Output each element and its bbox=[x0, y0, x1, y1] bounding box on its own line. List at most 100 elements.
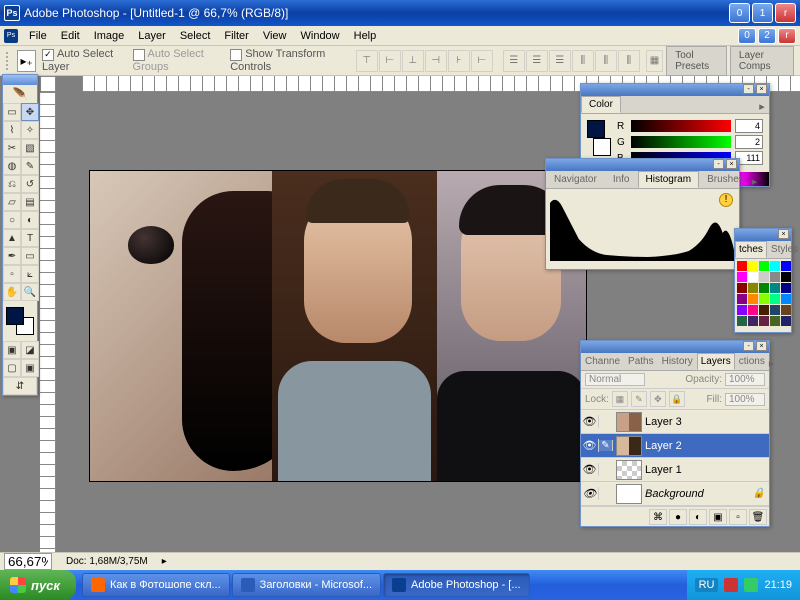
gradient-tool[interactable]: ▤ bbox=[21, 193, 39, 211]
slice-tool[interactable]: ▧ bbox=[21, 139, 39, 157]
lasso-tool[interactable]: ⌇ bbox=[3, 121, 21, 139]
distribute-top-icon[interactable]: ☰ bbox=[503, 50, 525, 72]
menu-file[interactable]: File bbox=[22, 28, 54, 44]
swatch[interactable] bbox=[737, 272, 747, 282]
standard-mode-button[interactable]: ▣ bbox=[3, 341, 21, 359]
menu-window[interactable]: Window bbox=[294, 28, 347, 44]
document-size-readout[interactable]: Doc: 1,68M/3,75M bbox=[60, 556, 154, 567]
swatch[interactable] bbox=[781, 294, 791, 304]
layer-row[interactable]: 👁✎Layer 2 bbox=[581, 434, 769, 458]
panel-minimize-button[interactable]: - bbox=[713, 159, 724, 169]
layer-row[interactable]: 👁 Layer 3 bbox=[581, 410, 769, 434]
system-tray[interactable]: RU 21:19 bbox=[687, 570, 800, 600]
move-tool[interactable]: ✥ bbox=[21, 103, 39, 121]
jump-to-imageready-button[interactable]: ⇵ bbox=[3, 377, 37, 395]
swatch[interactable] bbox=[770, 272, 780, 282]
menu-view[interactable]: View bbox=[256, 28, 294, 44]
swatch[interactable] bbox=[770, 316, 780, 326]
screen-mode-2-button[interactable]: ▣ bbox=[21, 359, 39, 377]
layer-thumbnail[interactable] bbox=[616, 436, 642, 456]
palette-well-button[interactable]: ▦ bbox=[646, 50, 664, 72]
opacity-input[interactable]: 100% bbox=[725, 373, 765, 386]
layer-style-button[interactable]: ● bbox=[669, 509, 687, 525]
menu-layer[interactable]: Layer bbox=[131, 28, 173, 44]
menu-select[interactable]: Select bbox=[173, 28, 218, 44]
lock-all-button[interactable]: 🔒 bbox=[669, 391, 685, 407]
visibility-eye-icon[interactable]: 👁 bbox=[581, 487, 599, 500]
swatch[interactable] bbox=[770, 305, 780, 315]
link-cell[interactable]: ✎ bbox=[599, 440, 613, 451]
layers-tab[interactable]: Layers bbox=[697, 353, 735, 370]
swatch[interactable] bbox=[759, 294, 769, 304]
swatch[interactable] bbox=[748, 294, 758, 304]
doc-restore-button[interactable]: 2 bbox=[758, 28, 776, 44]
blur-tool[interactable]: ○ bbox=[3, 211, 21, 229]
layer-name[interactable]: Layer 2 bbox=[645, 440, 682, 452]
swatch[interactable] bbox=[759, 316, 769, 326]
taskbar-item[interactable]: Adobe Photoshop - [... bbox=[383, 573, 529, 597]
foreground-color-swatch[interactable] bbox=[6, 307, 24, 325]
swatches-tab[interactable]: tches bbox=[735, 241, 767, 258]
layer-mask-button[interactable]: ◐ bbox=[689, 509, 707, 525]
swatch[interactable] bbox=[781, 305, 791, 315]
panel-close-button[interactable]: × bbox=[778, 229, 789, 239]
distribute-bottom-icon[interactable]: ☰ bbox=[549, 50, 571, 72]
visibility-eye-icon[interactable]: 👁 bbox=[581, 463, 599, 476]
swatch[interactable] bbox=[748, 261, 758, 271]
toolbox-panel[interactable]: 🪶 ▭ ✥ ⌇ ✧ ✂ ▧ ◍ ✎ ⎌ ↺ ▱ ▤ ○ ◐ ▲ T ✒ ▭ ▫ … bbox=[2, 74, 38, 396]
vertical-ruler[interactable] bbox=[40, 92, 56, 552]
layer-row[interactable]: 👁 Layer 1 bbox=[581, 458, 769, 482]
notes-tool[interactable]: ▫ bbox=[3, 265, 21, 283]
green-value-input[interactable] bbox=[735, 135, 763, 149]
swatch[interactable] bbox=[737, 316, 747, 326]
swatch-grid[interactable] bbox=[735, 259, 791, 328]
fill-input[interactable]: 100% bbox=[725, 393, 765, 406]
cache-warning-icon[interactable]: ! bbox=[719, 193, 733, 207]
visibility-eye-icon[interactable]: 👁 bbox=[581, 415, 599, 428]
panel-menu-button[interactable]: ▸ bbox=[755, 100, 769, 113]
panel-minimize-button[interactable]: - bbox=[743, 84, 754, 94]
swatch[interactable] bbox=[759, 272, 769, 282]
distribute-left-icon[interactable]: ⫼ bbox=[572, 50, 594, 72]
status-menu-chevron-icon[interactable]: ▸ bbox=[162, 556, 167, 567]
swatches-panel[interactable]: × tchesStyles bbox=[734, 228, 792, 333]
swatch[interactable] bbox=[737, 283, 747, 293]
layer-thumbnail[interactable] bbox=[616, 412, 642, 432]
layer-name[interactable]: Layer 3 bbox=[645, 416, 682, 428]
clock[interactable]: 21:19 bbox=[764, 579, 792, 591]
swatch[interactable] bbox=[748, 305, 758, 315]
swatch[interactable] bbox=[770, 283, 780, 293]
menu-edit[interactable]: Edit bbox=[54, 28, 87, 44]
minimize-button[interactable]: 0 bbox=[729, 3, 750, 23]
menu-help[interactable]: Help bbox=[347, 28, 384, 44]
doc-close-button[interactable]: r bbox=[778, 28, 796, 44]
hand-tool[interactable]: ✋ bbox=[3, 283, 21, 301]
align-bottom-icon[interactable]: ⊥ bbox=[402, 50, 424, 72]
history-tab[interactable]: History bbox=[658, 353, 697, 370]
foreground-background-colors[interactable] bbox=[6, 307, 34, 335]
histogram-tab[interactable]: Histogram bbox=[638, 171, 700, 188]
zoom-tool[interactable]: 🔍 bbox=[21, 283, 39, 301]
distribute-hcenter-icon[interactable]: ⫼ bbox=[595, 50, 617, 72]
paths-tab[interactable]: Paths bbox=[624, 353, 658, 370]
layer-row[interactable]: 👁Background🔒 bbox=[581, 482, 769, 506]
swatch[interactable] bbox=[759, 305, 769, 315]
start-button[interactable]: пуск bbox=[0, 570, 76, 600]
lock-position-button[interactable]: ✥ bbox=[650, 391, 666, 407]
histogram-panel[interactable]: -× Navigator Info Histogram Brushes ▸ ! bbox=[545, 158, 740, 270]
info-tab[interactable]: Info bbox=[605, 171, 638, 188]
swatch[interactable] bbox=[781, 261, 791, 271]
channels-tab[interactable]: Channe bbox=[581, 353, 624, 370]
layer-name[interactable]: Layer 1 bbox=[645, 464, 682, 476]
crop-tool[interactable]: ✂ bbox=[3, 139, 21, 157]
panel-close-button[interactable]: × bbox=[756, 341, 767, 351]
layer-comps-tab[interactable]: Layer Comps bbox=[730, 46, 794, 76]
swatch[interactable] bbox=[770, 261, 780, 271]
pen-tool[interactable]: ✒ bbox=[3, 247, 21, 265]
options-grip-icon[interactable] bbox=[6, 52, 11, 70]
panel-close-button[interactable]: × bbox=[726, 159, 737, 169]
dodge-tool[interactable]: ◐ bbox=[21, 211, 39, 229]
shape-tool[interactable]: ▭ bbox=[21, 247, 39, 265]
layer-thumbnail[interactable] bbox=[616, 484, 642, 504]
panel-minimize-button[interactable]: - bbox=[743, 341, 754, 351]
